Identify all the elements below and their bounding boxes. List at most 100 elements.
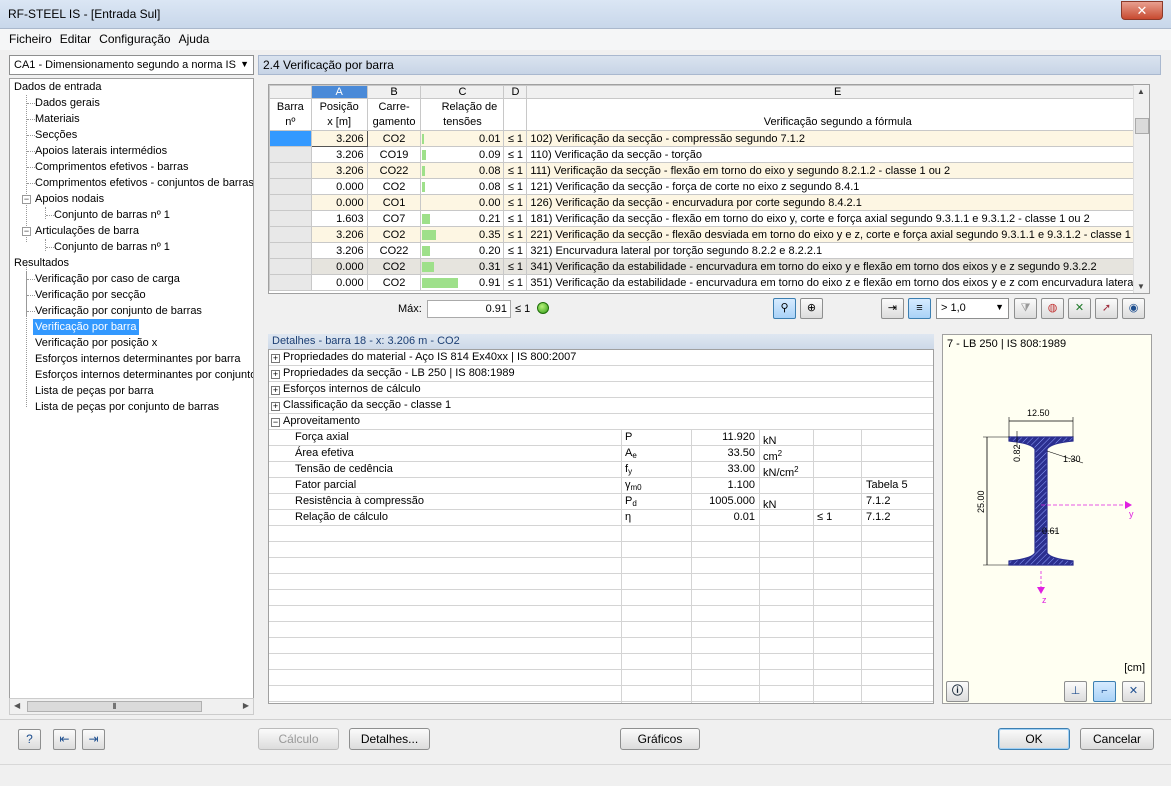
cell-load-case[interactable]: CO22	[366, 242, 422, 259]
cell-formula[interactable]: 111) Verificação da secção - flexão em t…	[526, 162, 1149, 179]
row-header[interactable]	[269, 274, 312, 291]
grid-row[interactable]: 3.206 CO22 0.20 ≤ 1 321) Encurvadura lateral…	[269, 242, 1149, 259]
details-item-row[interactable]	[269, 622, 933, 638]
grid-row[interactable]: 0.000 CO2 0.91 ≤ 1 351) Verificação da estab…	[269, 274, 1149, 291]
cell-formula[interactable]: 321) Encurvadura lateral por torção segu…	[526, 242, 1149, 259]
row-header[interactable]	[269, 130, 312, 147]
row-header[interactable]	[269, 242, 312, 259]
scroll-thumb[interactable]: ⦀	[27, 701, 202, 712]
details-item-row[interactable]: Força axial P 11.920 kN	[269, 430, 933, 447]
row-header[interactable]	[269, 162, 312, 179]
grid-row[interactable]: 3.206 CO19 0.09 ≤ 1 110) Verificação da secç…	[269, 146, 1149, 163]
cell-load-case[interactable]: CO2	[366, 178, 422, 195]
dimensions-icon[interactable]: ⌐	[1093, 681, 1116, 702]
menu-ficheiro[interactable]: Ficheiro	[0, 29, 57, 46]
cell-formula[interactable]: 341) Verificação da estabilidade - encur…	[526, 258, 1149, 275]
tree-item-res-seccao[interactable]: Verificação por secção	[35, 287, 146, 303]
info-icon[interactable]: ⓘ	[946, 681, 969, 702]
cell-formula[interactable]: 181) Verificação da secção - flexão em t…	[526, 210, 1149, 227]
grid-row[interactable]: 1.603 CO7 0.21 ≤ 1 181) Verificação da secçã…	[269, 210, 1149, 227]
tree-item-dados-gerais[interactable]: Dados gerais	[35, 95, 100, 111]
cell-le[interactable]: ≤ 1	[503, 178, 528, 195]
cell-le[interactable]: ≤ 1	[503, 274, 528, 291]
grid-vscrollbar[interactable]: ▲ ▼	[1133, 85, 1149, 293]
case-select[interactable]: CA1 - Dimensionamento segundo a norma IS…	[9, 55, 254, 75]
collapse-icon[interactable]: −	[22, 195, 31, 204]
cell-position[interactable]: 3.206	[310, 130, 368, 147]
tree-item-res-posicao[interactable]: Verificação por posição x	[35, 335, 157, 351]
cell-ratio[interactable]: 0.31	[420, 258, 505, 275]
cell-ratio[interactable]: 0.20	[420, 242, 505, 259]
col-letter-a[interactable]: A	[310, 85, 368, 99]
tree-item-comp-conjuntos[interactable]: Comprimentos efetivos - conjuntos de bar…	[35, 175, 253, 191]
tree-hscrollbar[interactable]: ◀ ⦀ ▶	[9, 698, 254, 715]
details-item-row[interactable]	[269, 606, 933, 622]
details-item-row[interactable]	[269, 542, 933, 558]
cell-le[interactable]: ≤ 1	[503, 258, 528, 275]
details-group-row[interactable]: + Propriedades do material - Aço IS 814 E…	[269, 350, 933, 366]
tree-node-articulacoes[interactable]: Articulações de barra	[35, 223, 139, 239]
section-details-icon[interactable]: ⊥	[1064, 681, 1087, 702]
grid-row[interactable]: 0.000 CO2 0.31 ≤ 1 341) Verificação da estab…	[269, 258, 1149, 275]
color-scale-icon[interactable]: ◍	[1041, 298, 1064, 319]
scroll-thumb[interactable]	[1135, 118, 1149, 134]
cell-load-case[interactable]: CO7	[366, 210, 422, 227]
row-header[interactable]	[269, 146, 312, 163]
expand-icon[interactable]: +	[271, 386, 280, 395]
cell-ratio[interactable]: 0.08	[420, 178, 505, 195]
tree-node-dados-entrada[interactable]: Dados de entrada	[14, 79, 101, 95]
cell-position[interactable]: 0.000	[310, 258, 368, 275]
details-group-row[interactable]: − Aproveitamento	[269, 414, 933, 430]
cell-load-case[interactable]: CO22	[366, 162, 422, 179]
cell-ratio[interactable]: 0.00	[420, 194, 505, 211]
cell-le[interactable]: ≤ 1	[503, 210, 528, 227]
details-item-row[interactable]	[269, 574, 933, 590]
menu-editar[interactable]: Editar	[60, 29, 96, 46]
filter-relevant-icon[interactable]: ⚲	[773, 298, 796, 319]
help-icon[interactable]: ?	[18, 729, 41, 750]
close-button[interactable]: ✕	[1121, 1, 1163, 20]
tree-node-apoios-nodais[interactable]: Apoios nodais	[35, 191, 104, 207]
details-item-row[interactable]	[269, 654, 933, 670]
menu-configuracao[interactable]: Configuração	[99, 29, 175, 46]
details-group-row[interactable]: + Esforços internos de cálculo	[269, 382, 933, 398]
cell-le[interactable]: ≤ 1	[503, 242, 528, 259]
cell-le[interactable]: ≤ 1	[503, 146, 528, 163]
cell-formula[interactable]: 351) Verificação da estabilidade - encur…	[526, 274, 1149, 291]
details-button[interactable]: Detalhes...	[349, 728, 430, 750]
calculate-button[interactable]: Cálculo	[258, 728, 339, 750]
ratio-filter-select[interactable]: > 1,0 ▼	[936, 298, 1009, 319]
select-member-icon[interactable]: ⊕	[800, 298, 823, 319]
tree-item-res-esf-barra[interactable]: Esforços internos determinantes por barr…	[35, 351, 240, 367]
cell-position[interactable]: 3.206	[310, 226, 368, 243]
cell-load-case[interactable]: CO2	[366, 258, 422, 275]
tree-item-res-pecas-conjunto[interactable]: Lista de peças por conjunto de barras	[35, 399, 219, 415]
expand-icon[interactable]: +	[271, 354, 280, 363]
details-item-row[interactable]: Resistência à compressão Pd 1005.000 kN 7.1.…	[269, 494, 933, 511]
tree-item-comp-barras[interactable]: Comprimentos efetivos - barras	[35, 159, 188, 175]
excel-export-icon[interactable]: ✕	[1068, 298, 1091, 319]
tree-item-materiais[interactable]: Materiais	[35, 111, 80, 127]
cell-formula[interactable]: 102) Verificação da secção - compressão …	[526, 130, 1149, 147]
filter-icon[interactable]: ⧩	[1014, 298, 1037, 319]
details-group-row[interactable]: + Propriedades da secção - LB 250 | IS 80…	[269, 366, 933, 382]
cell-load-case[interactable]: CO2	[366, 274, 422, 291]
cell-position[interactable]: 3.206	[310, 146, 368, 163]
grid-row[interactable]: 3.206 CO22 0.08 ≤ 1 111) Verificação da secç…	[269, 162, 1149, 179]
row-header[interactable]	[269, 194, 312, 211]
row-header[interactable]	[269, 210, 312, 227]
details-item-row[interactable]: Tensão de cedência fy 33.00 kN/cm2	[269, 462, 933, 479]
cell-le[interactable]: ≤ 1	[503, 226, 528, 243]
cell-position[interactable]: 0.000	[310, 194, 368, 211]
row-header[interactable]	[269, 178, 312, 195]
cell-position[interactable]: 3.206	[310, 162, 368, 179]
cell-formula[interactable]: 121) Verificação da secção - força de co…	[526, 178, 1149, 195]
cell-ratio[interactable]: 0.35	[420, 226, 505, 243]
details-item-row[interactable]	[269, 686, 933, 702]
col-letter-e[interactable]: E	[526, 85, 1149, 99]
cell-le[interactable]: ≤ 1	[503, 162, 528, 179]
scroll-left-icon[interactable]: ◀	[14, 701, 20, 710]
export-data-icon[interactable]: ⇥	[82, 729, 105, 750]
collapse-icon[interactable]: −	[22, 227, 31, 236]
export-icon[interactable]: ⇥	[881, 298, 904, 319]
